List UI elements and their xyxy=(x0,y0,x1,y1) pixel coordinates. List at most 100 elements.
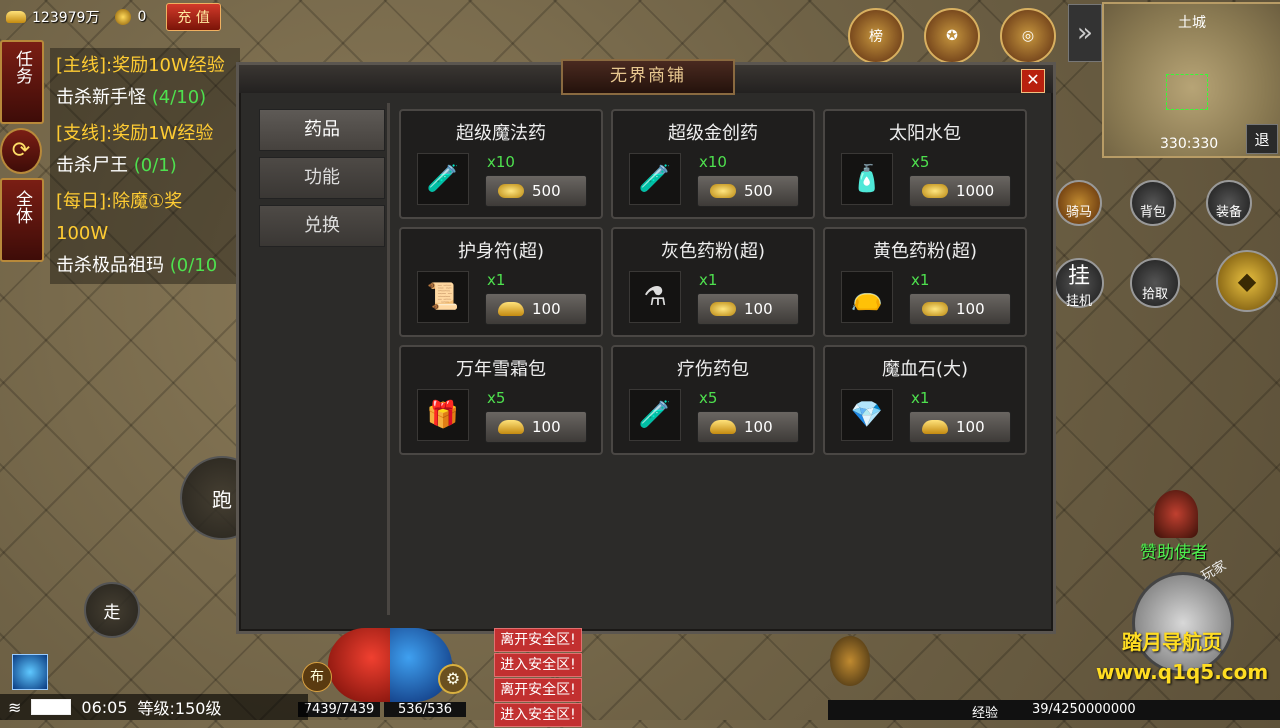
healing-pack-icon: 🧪 xyxy=(629,389,681,441)
shop-item[interactable]: 疗伤药包 🧪 x5 100 xyxy=(611,345,815,455)
shop-item[interactable]: 灰色药粉(超) ⚗ x1 100 xyxy=(611,227,815,337)
item-name: 超级金创药 xyxy=(668,123,758,144)
gold-ingot-icon xyxy=(6,11,26,23)
buy-button[interactable]: 100 xyxy=(909,411,1011,443)
yellow-powder-icon: 👝 xyxy=(841,271,893,323)
bu-badge: 布 xyxy=(302,662,332,692)
category-tab-exchange[interactable]: 兑换 xyxy=(259,205,385,247)
zone-message: 离开安全区! xyxy=(494,678,582,702)
quest-item[interactable]: [支线]:奖励1W经验 击杀尸王 (0/1) xyxy=(50,116,240,184)
shop-categories: 药品 功能 兑换 xyxy=(249,103,390,615)
item-quantity: x1 xyxy=(911,271,930,289)
shop-item[interactable]: 魔血石(大) 💎 x1 100 xyxy=(823,345,1027,455)
ingot-icon xyxy=(498,302,524,316)
quest-item[interactable]: [每日]:除魔①奖100W 击杀极品祖玛 (0/10 xyxy=(50,184,240,284)
auto-battle-label: 挂机 xyxy=(1065,293,1092,309)
mount-icon[interactable]: 骑马 xyxy=(1056,180,1102,226)
item-quantity: x5 xyxy=(911,153,930,171)
all-tab[interactable]: 全体 xyxy=(0,178,44,262)
battery-icon xyxy=(31,699,72,715)
shop-item[interactable]: 超级魔法药 🧪 x10 500 xyxy=(399,109,603,219)
item-price: 100 xyxy=(956,418,985,436)
currency-bar: 123979万 0 充 值 xyxy=(0,0,221,34)
auto-battle-glyph: 挂 xyxy=(1067,263,1090,289)
hp-mp-orb: 布 ⚙ 7439/7439 536/536 xyxy=(290,628,490,720)
item-name: 万年雪霜包 xyxy=(456,359,546,380)
gold-icon xyxy=(922,302,948,316)
map-coordinates: 330:330 xyxy=(1160,136,1219,152)
pickup-label: 拾取 xyxy=(1141,287,1168,302)
bag-icon[interactable]: 背包 xyxy=(1130,180,1176,226)
close-button[interactable]: ✕ xyxy=(1021,69,1045,93)
walk-button[interactable]: 走 xyxy=(84,582,140,638)
gold-icon xyxy=(710,302,736,316)
compass-icon xyxy=(830,636,870,686)
expand-menu-button[interactable]: » xyxy=(1068,4,1102,62)
category-tab-medicine[interactable]: 药品 xyxy=(259,109,385,151)
guild-icon[interactable]: ✪ xyxy=(924,8,980,64)
activity-icon[interactable]: ◎ xyxy=(1000,8,1056,64)
pickup-icon[interactable]: 拾取 xyxy=(1130,258,1180,308)
item-quantity: x1 xyxy=(699,271,718,289)
minimap[interactable]: 土城 330:330 退 xyxy=(1102,2,1280,158)
item-name: 太阳水包 xyxy=(889,123,961,144)
bag-label: 背包 xyxy=(1139,205,1166,220)
zone-message: 进入安全区! xyxy=(494,653,582,677)
mp-value: 536/536 xyxy=(384,702,466,717)
hp-value: 7439/7439 xyxy=(298,702,380,717)
shop-item[interactable]: 超级金创药 🧪 x10 500 xyxy=(611,109,815,219)
quest-item[interactable]: [主线]:奖励10W经验 击杀新手怪 (4/10) xyxy=(50,48,240,116)
shop-title: 无界商铺 xyxy=(561,59,735,95)
sponsor-npc-label[interactable]: 赞助使者 xyxy=(1140,538,1208,563)
auto-battle-icon[interactable]: 挂 挂机 xyxy=(1054,258,1104,309)
exit-button[interactable]: 退 xyxy=(1246,124,1278,154)
recharge-button[interactable]: 充 值 xyxy=(166,3,221,31)
quest-tabs: 任务 ⟳ 全体 xyxy=(0,40,44,262)
attack-button[interactable] xyxy=(1132,572,1234,674)
settings-gear-icon[interactable]: ⚙ xyxy=(438,664,468,694)
buy-button[interactable]: 100 xyxy=(697,411,799,443)
watermark-title: 踏月导航页 xyxy=(1122,630,1222,654)
item-name: 疗伤药包 xyxy=(677,359,749,380)
ranking-icon[interactable]: 榜 xyxy=(848,8,904,64)
exp-bar: 经验 39/4250000000 xyxy=(828,700,1280,721)
quest-title: [支线]:奖励1W经验 xyxy=(56,123,214,144)
shop-item-grid: 超级魔法药 🧪 x10 500 超级金创药 🧪 x10 500 太阳水包 🧴 x… xyxy=(399,109,1029,455)
buy-button[interactable]: 100 xyxy=(909,293,1011,325)
item-price: 100 xyxy=(956,300,985,318)
shop-item[interactable]: 黄色药粉(超) 👝 x1 100 xyxy=(823,227,1027,337)
exp-value: 39/4250000000 xyxy=(1032,702,1136,717)
shop-item[interactable]: 护身符(超) 📜 x1 100 xyxy=(399,227,603,337)
sponsor-npc-avatar[interactable] xyxy=(1154,490,1198,538)
task-tab-label: 任务 xyxy=(12,50,32,84)
equip-label: 装备 xyxy=(1215,205,1242,220)
gray-powder-icon: ⚗ xyxy=(629,271,681,323)
red-potion-icon: 🧪 xyxy=(629,153,681,205)
task-tab[interactable]: 任务 xyxy=(0,40,44,124)
equip-icon[interactable]: 装备 xyxy=(1206,180,1252,226)
gold-icon xyxy=(710,184,736,198)
shop-item[interactable]: 万年雪霜包 🎁 x5 100 xyxy=(399,345,603,455)
quest-title: [每日]:除魔①奖100W xyxy=(56,191,183,244)
shop-item[interactable]: 太阳水包 🧴 x5 1000 xyxy=(823,109,1027,219)
quest-toggle-icon[interactable]: ⟳ xyxy=(0,128,42,174)
wifi-icon: ≋ xyxy=(8,697,22,717)
buy-button[interactable]: 100 xyxy=(697,293,799,325)
buy-button[interactable]: 1000 xyxy=(909,175,1011,207)
item-price: 100 xyxy=(532,300,561,318)
all-tab-label: 全体 xyxy=(12,190,32,224)
buy-button[interactable]: 500 xyxy=(485,175,587,207)
player-level: 等级:150级 xyxy=(137,699,222,718)
zone-message: 离开安全区! xyxy=(494,628,582,652)
shop-window: 无界商铺 ✕ 药品 功能 兑换 超级魔法药 🧪 x10 500 超级金创药 🧪 … xyxy=(236,59,1056,634)
skill-icon[interactable] xyxy=(12,654,48,690)
main-menu-icon[interactable]: ◆ xyxy=(1216,250,1278,312)
coin-amount: 0 xyxy=(137,9,147,25)
item-quantity: x1 xyxy=(911,389,930,407)
buy-button[interactable]: 100 xyxy=(485,411,587,443)
category-tab-function[interactable]: 功能 xyxy=(259,157,385,199)
item-price: 100 xyxy=(744,300,773,318)
buy-button[interactable]: 500 xyxy=(697,175,799,207)
buy-button[interactable]: 100 xyxy=(485,293,587,325)
item-quantity: x10 xyxy=(487,153,515,171)
